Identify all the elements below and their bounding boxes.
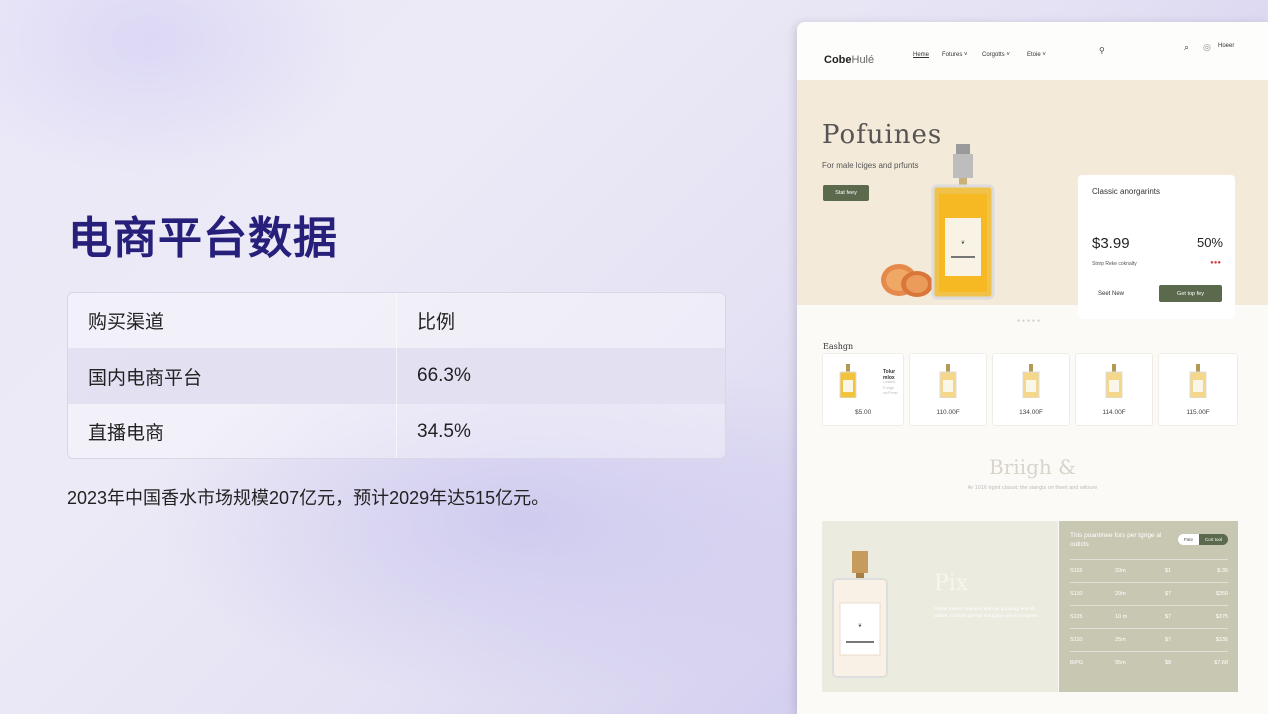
product-price: 115.00F [1186, 409, 1210, 416]
mockup-offer-card: Classic anorgarints $3.99 50% Stnrp Reke… [1078, 175, 1235, 319]
product-bottle-image [939, 364, 957, 398]
offer-card-price: $3.99 [1092, 235, 1130, 252]
offer-card-link: Seet New [1098, 291, 1125, 297]
product-card: 134.00F [992, 353, 1070, 426]
pricing-row: S110 25m $7 $335 [1070, 628, 1228, 650]
mockup-nav-features: Fotures ˅ [942, 52, 968, 58]
pricing-row: B/PG 95m $8 $7.68 [1070, 651, 1228, 673]
pricing-title: This poantinee fors per tgrige al outict… [1070, 532, 1162, 549]
pricing-tabs: Pate Cort tool [1177, 534, 1228, 545]
slide-title: 电商平台数据 [68, 213, 338, 264]
product-price: 110.00F [936, 409, 960, 416]
mockup-hero-title: Pofuines [822, 120, 943, 150]
offer-card-title: Classic anorgarints [1092, 187, 1161, 196]
user-icon: ◎ [1203, 42, 1211, 52]
mockup-hero: Pofuines For male lciges and prfunts Sta… [797, 80, 1268, 319]
product-bottle-image [1022, 364, 1040, 398]
product-price: 134.00F [1019, 409, 1043, 416]
website-mockup: CobeHulé Heme Fotures ˅ Corgotts ˅ Etoie… [797, 22, 1268, 714]
search-icon: ⌕ [1184, 42, 1190, 52]
product-price: $5.00 [855, 409, 872, 416]
mockup-nav-home: Heme [913, 52, 930, 58]
mockup-brand-subtitle: Ar 1016 lrgint classic the siangis on th… [967, 485, 1098, 491]
pricing-tab: Pate [1177, 534, 1199, 545]
table-header-ratio: 比例 [417, 312, 456, 333]
product-price: 114.00F [1102, 409, 1126, 416]
product-card: 110.00F [909, 353, 987, 426]
offer-card-percent: 50% [1196, 235, 1223, 250]
svg-text:❦: ❦ [858, 623, 862, 629]
location-pin-icon: ⚲ [1099, 46, 1105, 55]
table-cell-ratio: 34.5% [417, 420, 471, 442]
product-card: 114.00F [1075, 353, 1153, 426]
mockup-brand-title: Briigh & [989, 455, 1076, 479]
carousel-dots: ●●●●● [1017, 318, 1043, 324]
feature-bottle-image: ❦ [832, 551, 888, 678]
offer-card-note: Stnrp Reke coknalty [1092, 261, 1137, 267]
channel-table: 购买渠道 比例 国内电商平台 66.3% 直播电商 34.5% [67, 292, 726, 459]
table-cell-channel: 直播电商 [68, 404, 397, 458]
mockup-hero-subtitle: For male lciges and prfunts [822, 161, 919, 170]
product-desc: Lusted Fonge sn/Prost [883, 379, 898, 396]
product-card: 115.00F [1158, 353, 1238, 426]
mockup-nav-more: Etoie ˅ [1027, 52, 1046, 58]
orange-slices-image [881, 264, 933, 297]
pricing-row: S115 20m $1 $.35 [1070, 559, 1228, 581]
pricing-tab: Cort tool [1198, 534, 1228, 545]
mockup-feature-panel: ❦ Pix Pefitie tnetest mainved tipin pe p… [822, 521, 1058, 692]
perfume-bottle-image: ❦ [931, 144, 995, 300]
mockup-section-title: Eashgn [823, 342, 854, 351]
mockup-nav-collections: Corgotts ˅ [982, 52, 1010, 58]
table-row: 直播电商 34.5% [68, 404, 725, 458]
product-bottle-image [1105, 364, 1123, 398]
table-cell-ratio: 66.3% [417, 365, 471, 386]
mockup-hero-button: Stat feey [823, 185, 869, 201]
product-card: Tolur mlox Lusted Fonge sn/Prost $5.00 [822, 353, 904, 426]
mockup-navbar: CobeHulé Heme Fotures ˅ Corgotts ˅ Etoie… [797, 22, 1268, 80]
feature-text: Pefitie tnetest mainved tipin pe pouaihg… [934, 607, 1039, 620]
table-header-channel: 购买渠道 [68, 293, 397, 348]
table-cell-channel: 国内电商平台 [68, 348, 397, 404]
table-row: 国内电商平台 66.3% [68, 348, 725, 404]
mockup-logo: CobeHulé [824, 54, 875, 66]
color-dots-icon: ●●● [1210, 260, 1221, 266]
pricing-row: S110 20m $7 $350 [1070, 582, 1228, 604]
mockup-pricing-panel: This poantinee fors per tgrige al outict… [1059, 521, 1238, 692]
offer-card-button: Get top fey [1159, 285, 1222, 302]
market-caption: 2023年中国香水市场规模207亿元，预计2029年达515亿元。 [67, 488, 550, 508]
svg-text:❦: ❦ [961, 240, 965, 246]
product-bottle-image [1189, 364, 1207, 398]
product-bottle-image [839, 364, 857, 398]
feature-title: Pix [934, 571, 969, 596]
mockup-account-label: Hoeer [1218, 43, 1235, 49]
table-header-row: 购买渠道 比例 [68, 293, 725, 348]
pricing-row: S115 10 m $7 $375 [1070, 605, 1228, 627]
